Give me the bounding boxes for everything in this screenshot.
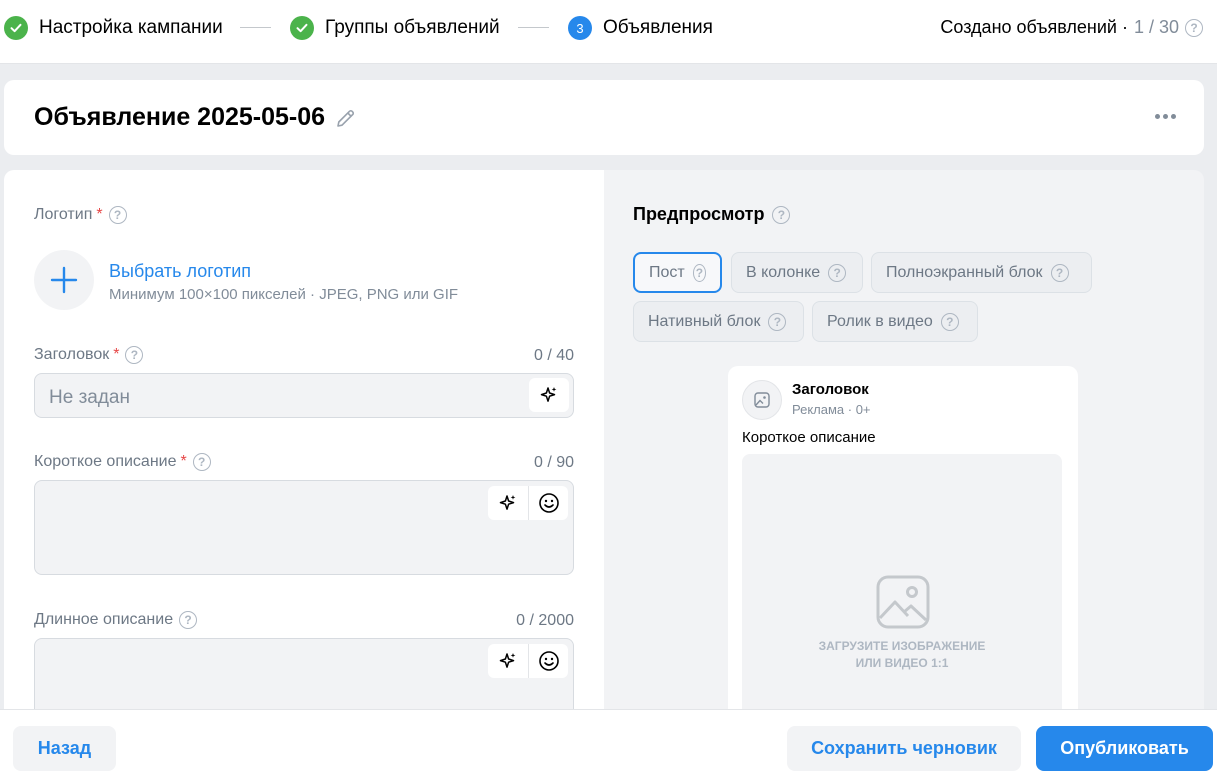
format-chip-post[interactable]: Пост? — [633, 252, 722, 293]
media-hint: ЗАГРУЗИТЕ ИЗОБРАЖЕНИЕ ИЛИ ВИДЕО 1:1 — [742, 638, 1062, 672]
help-icon[interactable]: ? — [1050, 263, 1069, 282]
chip-label: Нативный блок — [648, 312, 761, 330]
step-number: 3 — [568, 16, 592, 40]
sparkle-icon[interactable] — [488, 486, 528, 520]
required-mark: * — [113, 346, 120, 363]
ad-form: Логотип * ? Выбрать логотип Минимум 100×… — [4, 170, 604, 738]
image-icon — [754, 392, 770, 408]
emoji-icon[interactable] — [528, 486, 568, 520]
logo-label: Логотип * ? — [34, 206, 127, 224]
stepper: Настройка кампании Группы объявлений 3 О… — [0, 0, 1217, 64]
step-label: Объявления — [603, 17, 713, 38]
created-ads-counter: Создано объявлений · 1 / 30 ? — [940, 17, 1203, 38]
help-icon[interactable]: ? — [108, 206, 127, 224]
short-desc-counter: 0 / 90 — [533, 454, 574, 471]
help-icon[interactable]: ? — [768, 312, 787, 331]
logo-hint: Минимум 100×100 пикселей · JPEG, PNG или… — [109, 286, 459, 303]
short-desc-label: Короткое описание * ? — [34, 453, 211, 471]
choose-logo-link[interactable]: Выбрать логотип — [109, 261, 251, 282]
add-logo-button[interactable] — [34, 250, 94, 310]
logo-label-text: Логотип — [34, 206, 93, 223]
headline-counter: 0 / 40 — [533, 347, 574, 364]
headline-label-text: Заголовок — [34, 346, 110, 363]
step-campaign-settings[interactable]: Настройка кампании — [4, 15, 223, 41]
more-icon[interactable] — [1155, 114, 1176, 119]
help-icon[interactable]: ? — [1185, 18, 1203, 37]
post-preview-card: Заголовок Реклама · 0+ Короткое описание… — [728, 366, 1078, 730]
help-icon[interactable]: ? — [692, 263, 706, 282]
step-label: Настройка кампании — [39, 17, 223, 38]
ad-title: Объявление 2025-05-06 — [34, 103, 326, 131]
help-icon[interactable]: ? — [940, 312, 959, 331]
check-icon — [290, 16, 314, 40]
preview-title-text: Предпросмотр — [633, 204, 765, 224]
short-desc-textarea[interactable] — [34, 480, 574, 575]
post-subtitle: Реклама · 0+ — [792, 402, 871, 417]
step-ad-groups[interactable]: Группы объявлений — [290, 15, 500, 41]
step-divider — [518, 27, 549, 28]
required-mark: * — [180, 453, 187, 470]
footer-bar: Назад Сохранить черновик Опубликовать — [0, 709, 1217, 778]
sparkle-icon[interactable] — [488, 644, 528, 678]
short-desc-label-text: Короткое описание — [34, 453, 177, 470]
help-icon[interactable]: ? — [772, 205, 791, 224]
short-desc-tools — [488, 486, 568, 520]
back-button[interactable]: Назад — [13, 726, 116, 771]
sparkle-icon[interactable] — [529, 378, 569, 412]
long-desc-tools — [488, 644, 568, 678]
save-draft-button[interactable]: Сохранить черновик — [787, 726, 1021, 771]
long-desc-label: Длинное описание ? — [34, 611, 198, 629]
long-desc-label-text: Длинное описание — [34, 611, 174, 628]
created-count: 1 / 30 — [1133, 17, 1179, 37]
format-chip-fullscreen[interactable]: Полноэкранный блок? — [871, 252, 1092, 293]
media-hint-line: ЗАГРУЗИТЕ ИЗОБРАЖЕНИЕ — [818, 639, 986, 653]
preview-title: Предпросмотр ? — [633, 204, 791, 225]
media-hint-line: ИЛИ ВИДЕО 1:1 — [855, 656, 949, 670]
chip-label: Ролик в видео — [827, 312, 933, 330]
created-label: Создано объявлений · — [940, 17, 1128, 37]
format-chip-video[interactable]: Ролик в видео? — [812, 301, 978, 342]
emoji-icon[interactable] — [528, 644, 568, 678]
headline-input[interactable]: Не задан — [34, 373, 574, 418]
headline-tools — [529, 378, 569, 412]
post-headline: Заголовок — [792, 381, 869, 398]
step-ads[interactable]: 3 Объявления — [568, 15, 713, 41]
preview-panel: Предпросмотр ? Пост? В колонке? Полноэкр… — [604, 170, 1204, 730]
format-chip-column[interactable]: В колонке? — [731, 252, 863, 293]
avatar — [742, 380, 782, 420]
plus-icon — [50, 266, 78, 294]
check-icon — [4, 16, 28, 40]
pencil-icon[interactable] — [334, 106, 358, 130]
chip-label: В колонке — [746, 263, 821, 281]
image-icon — [876, 575, 930, 629]
headline-placeholder: Не задан — [49, 387, 130, 408]
help-icon[interactable]: ? — [828, 263, 847, 282]
chip-label: Полноэкранный блок — [886, 263, 1043, 281]
help-icon[interactable]: ? — [179, 611, 198, 629]
format-chip-native[interactable]: Нативный блок? — [633, 301, 804, 342]
long-desc-counter: 0 / 2000 — [516, 612, 574, 629]
help-icon[interactable]: ? — [125, 346, 144, 364]
media-placeholder[interactable]: ЗАГРУЗИТЕ ИЗОБРАЖЕНИЕ ИЛИ ВИДЕО 1:1 — [742, 454, 1062, 730]
step-divider — [240, 27, 271, 28]
required-mark: * — [96, 206, 103, 223]
help-icon[interactable]: ? — [192, 453, 211, 471]
chip-label: Пост — [649, 263, 685, 281]
headline-label: Заголовок * ? — [34, 346, 144, 364]
publish-button[interactable]: Опубликовать — [1036, 726, 1213, 771]
step-label: Группы объявлений — [325, 17, 500, 38]
post-description: Короткое описание — [742, 429, 876, 446]
ad-title-card: Объявление 2025-05-06 — [4, 80, 1204, 155]
